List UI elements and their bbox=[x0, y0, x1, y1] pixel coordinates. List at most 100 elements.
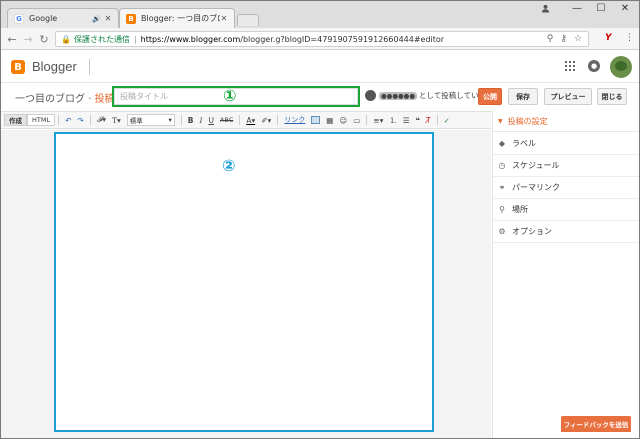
bookmark-star-icon[interactable]: ☆ bbox=[574, 34, 582, 44]
address-bar[interactable]: 🔒 保護された通信 | https://www.blogger.com /blo… bbox=[55, 31, 589, 47]
url-path: /blogger.g?blogID=4791907591912660444#ed… bbox=[240, 34, 445, 44]
insert-image-icon[interactable] bbox=[311, 116, 321, 124]
clear-formatting-icon[interactable]: T̸ bbox=[426, 113, 431, 127]
sidebar-item-labels[interactable]: ◆ ラベル bbox=[493, 133, 639, 155]
format-select[interactable]: 標準 ▾ bbox=[126, 114, 175, 126]
link-icon: ⚭ bbox=[498, 183, 506, 192]
post-settings-title: 投稿の設定 bbox=[507, 116, 548, 126]
browser-menu-icon[interactable]: ⋮ bbox=[625, 33, 634, 43]
close-tab-icon[interactable]: ✕ bbox=[104, 14, 112, 23]
reload-icon[interactable]: ↻ bbox=[37, 32, 51, 46]
forward-arrow-icon[interactable]: → bbox=[21, 32, 35, 46]
publish-button[interactable]: 公開 bbox=[478, 88, 502, 105]
post-title-row: 一つ目のブログ · 投稿 ●●●●●● として投稿しています 公開 保存 プレビ… bbox=[1, 84, 639, 110]
save-button[interactable]: 保存 bbox=[508, 88, 538, 105]
secure-connection-label: 保護された通信 bbox=[73, 34, 130, 44]
breadcrumb-separator: · bbox=[88, 94, 92, 105]
callout-marker-1: ① bbox=[223, 86, 237, 105]
sidebar-item-label: オプション bbox=[512, 227, 552, 236]
insert-jump-break-icon[interactable]: ▭ bbox=[353, 113, 360, 127]
new-tab-button[interactable] bbox=[237, 14, 259, 26]
bulleted-list-icon[interactable]: ☰ bbox=[403, 113, 410, 127]
font-size-icon[interactable]: T▾ bbox=[112, 113, 121, 127]
compose-mode-tab[interactable]: 作成 bbox=[4, 114, 27, 126]
close-tab-icon[interactable]: ✕ bbox=[220, 14, 228, 23]
maximize-icon[interactable]: ☐ bbox=[592, 1, 610, 15]
insert-link-button[interactable]: リンク bbox=[284, 115, 305, 125]
tag-icon: ◆ bbox=[498, 139, 506, 148]
post-settings-panel: ▼ 投稿の設定 ◆ ラベル ◷ スケジュール ⚭ パーマリンク ⚲ 場所 ⚙ オ… bbox=[492, 111, 639, 438]
editor-area bbox=[1, 130, 491, 438]
tab-blogger[interactable]: B Blogger: 一つ目のブログ・ ✕ bbox=[119, 8, 235, 28]
header-divider bbox=[89, 59, 90, 75]
gear-icon: ⚙ bbox=[498, 227, 506, 236]
italic-icon[interactable]: I bbox=[200, 113, 203, 127]
text-color-icon[interactable]: A▾ bbox=[246, 113, 255, 127]
spell-check-icon[interactable]: ✓ bbox=[444, 113, 450, 127]
close-window-icon[interactable]: ✕ bbox=[616, 1, 634, 15]
insert-emoji-icon[interactable]: ☺ bbox=[339, 113, 347, 127]
tab-title: Blogger: 一つ目のブログ・ bbox=[141, 14, 220, 23]
toolbar-divider bbox=[58, 115, 60, 125]
notifications-icon[interactable]: ● bbox=[588, 60, 600, 72]
caret-down-icon: ▼ bbox=[498, 117, 503, 125]
sidebar-item-label: 場所 bbox=[512, 205, 528, 214]
sidebar-item-options[interactable]: ⚙ オプション bbox=[493, 221, 639, 243]
strikethrough-icon[interactable]: ABC bbox=[220, 113, 233, 127]
audio-playing-icon[interactable]: 🔊 bbox=[92, 15, 101, 23]
post-settings-heading[interactable]: ▼ 投稿の設定 bbox=[493, 111, 639, 132]
url-domain: https://www.blogger.com bbox=[140, 34, 241, 44]
chevron-down-icon: ▾ bbox=[168, 116, 172, 124]
minimize-icon[interactable]: — bbox=[568, 1, 586, 15]
html-mode-tab[interactable]: HTML bbox=[27, 114, 56, 126]
back-arrow-icon[interactable]: ← bbox=[5, 32, 19, 46]
format-select-value: 標準 bbox=[129, 117, 143, 125]
send-feedback-button[interactable]: フィードバックを送信 bbox=[561, 416, 631, 432]
sidebar-item-label: ラベル bbox=[512, 139, 536, 148]
clock-icon: ◷ bbox=[498, 161, 506, 170]
font-family-icon[interactable]: 𝓕▾ bbox=[97, 113, 106, 127]
google-favicon-icon: G bbox=[14, 13, 24, 24]
key-icon[interactable]: ⚷ bbox=[560, 34, 567, 44]
toolbar-divider bbox=[366, 115, 368, 125]
toolbar-divider bbox=[180, 115, 182, 125]
app-name[interactable]: Blogger bbox=[32, 59, 77, 74]
zoom-icon[interactable]: ⚲ bbox=[547, 34, 554, 44]
quote-icon[interactable]: ❝ bbox=[416, 113, 420, 127]
preview-button[interactable]: プレビュー bbox=[544, 88, 592, 105]
blog-name-link[interactable]: 一つ目のブログ bbox=[15, 94, 85, 105]
bold-icon[interactable]: B bbox=[188, 113, 194, 127]
highlight-color-icon[interactable]: ✐▾ bbox=[261, 113, 271, 127]
undo-icon[interactable]: ↶ bbox=[65, 113, 71, 127]
toolbar-divider bbox=[239, 115, 241, 125]
editor-toolbar: 作成 HTML ↶ ↷ 𝓕▾ T▾ 標準 ▾ B I U ABC A▾ ✐▾ リ… bbox=[1, 111, 491, 129]
underline-icon[interactable]: U bbox=[208, 113, 214, 127]
browser-window: G Google 🔊 ✕ B Blogger: 一つ目のブログ・ ✕ — ☐ ✕… bbox=[0, 0, 640, 439]
yahoo-extension-icon[interactable]: Y bbox=[605, 33, 612, 43]
lock-icon: 🔒 bbox=[61, 34, 71, 44]
callout-marker-2: ② bbox=[222, 156, 236, 175]
numbered-list-icon[interactable]: ⒈ bbox=[389, 113, 397, 127]
posting-as: ●●●●●● として投稿しています bbox=[365, 90, 494, 101]
toolbar-divider bbox=[89, 115, 91, 125]
apps-grid-icon[interactable] bbox=[565, 61, 575, 71]
post-body-editor[interactable] bbox=[54, 132, 434, 432]
close-button[interactable]: 閉じる bbox=[597, 88, 627, 105]
profile-icon[interactable] bbox=[538, 1, 552, 15]
blogger-logo-icon[interactable]: B bbox=[11, 60, 25, 74]
tab-google[interactable]: G Google 🔊 ✕ bbox=[7, 8, 119, 28]
insert-video-icon[interactable]: ▦ bbox=[326, 113, 333, 127]
address-separator: | bbox=[133, 34, 137, 44]
toolbar-divider bbox=[277, 115, 279, 125]
sidebar-item-schedule[interactable]: ◷ スケジュール bbox=[493, 155, 639, 177]
author-avatar bbox=[365, 90, 376, 101]
alignment-icon[interactable]: ≡▾ bbox=[373, 113, 383, 127]
sidebar-item-location[interactable]: ⚲ 場所 bbox=[493, 199, 639, 221]
author-name-blurred: ●●●●●● bbox=[379, 91, 418, 100]
toolbar-divider bbox=[436, 115, 438, 125]
sidebar-item-permalink[interactable]: ⚭ パーマリンク bbox=[493, 177, 639, 199]
app-header: B Blogger ● bbox=[1, 51, 639, 83]
redo-icon[interactable]: ↷ bbox=[77, 113, 83, 127]
sidebar-item-label: スケジュール bbox=[512, 161, 560, 170]
avatar[interactable] bbox=[610, 56, 632, 78]
